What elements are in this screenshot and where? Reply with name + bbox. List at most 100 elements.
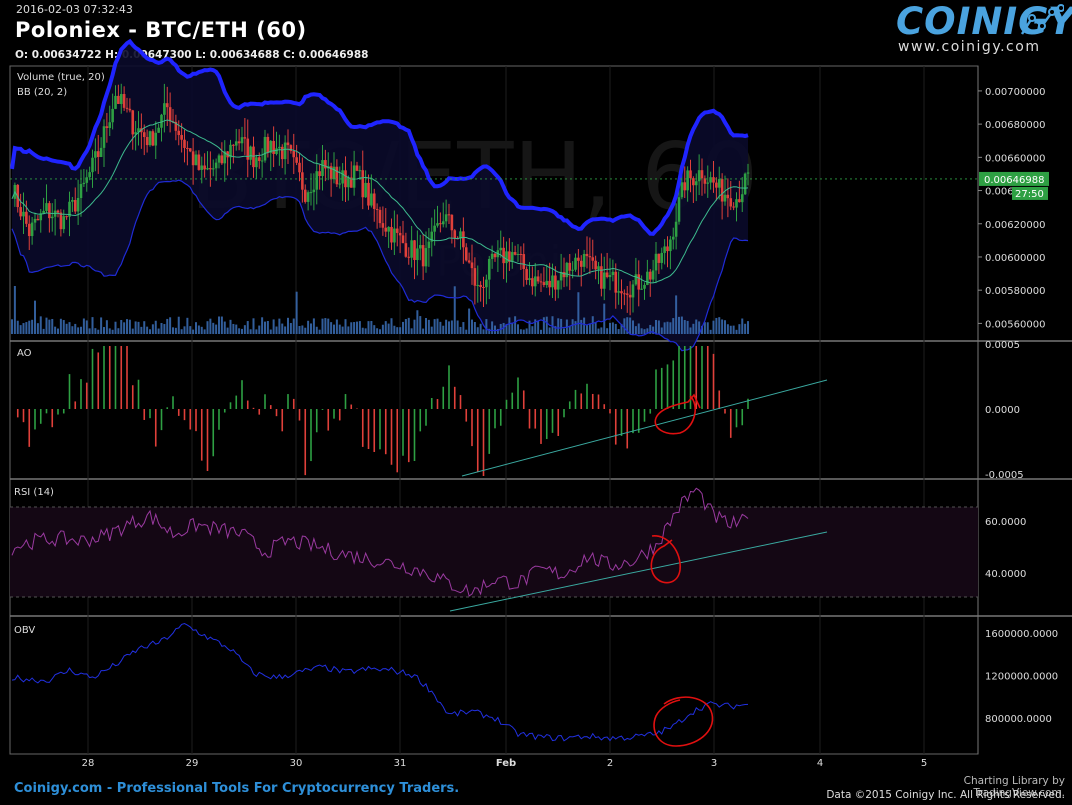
volume-bar	[660, 327, 663, 334]
candle-body	[582, 253, 586, 267]
candle-body	[571, 269, 574, 271]
volume-bar	[422, 328, 425, 334]
volume-bar	[531, 326, 534, 334]
candle-body	[697, 170, 701, 182]
volume-bar	[344, 319, 347, 334]
x-axis-label: 29	[186, 758, 199, 769]
candle-body	[577, 257, 580, 261]
candle-body	[709, 177, 712, 183]
candle-body	[436, 223, 439, 226]
volume-bar	[232, 323, 235, 334]
volume-bar	[609, 322, 611, 334]
volume-bar	[453, 286, 456, 334]
candle-body	[568, 262, 572, 271]
obv-label: OBV	[14, 625, 35, 636]
candle-body	[487, 258, 491, 280]
candle-body	[416, 248, 419, 261]
candle-body	[525, 269, 528, 281]
candle-body	[680, 182, 684, 198]
volume-bar	[402, 321, 404, 334]
candle-body	[462, 231, 465, 248]
candle-body	[390, 226, 393, 243]
candle-body	[554, 275, 557, 290]
volume-bar	[410, 328, 413, 334]
footer-tagline[interactable]: Coinigy.com - Professional Tools For Cry…	[14, 781, 459, 796]
volume-bar	[393, 325, 396, 334]
candle-body	[283, 142, 287, 160]
volume-bar	[419, 316, 422, 334]
volume-bar	[321, 318, 324, 334]
ao-trendline	[461, 379, 828, 477]
candle-body	[591, 257, 595, 261]
volume-bar	[209, 318, 212, 334]
volume-bar	[379, 329, 381, 334]
candle-body	[292, 151, 296, 158]
volume-bar	[545, 316, 548, 334]
volume-bar	[436, 318, 439, 334]
volume-bar	[68, 322, 71, 334]
candle-body	[646, 271, 649, 285]
candle-body	[79, 184, 83, 198]
candle-body	[485, 279, 488, 288]
volume-bar	[680, 316, 683, 334]
volume-bar	[560, 318, 563, 334]
volume-bar	[623, 318, 626, 334]
candle-body	[447, 214, 451, 216]
volume-bar	[376, 328, 379, 334]
volume-bar	[160, 322, 163, 334]
candle-body	[602, 272, 606, 289]
candle-body	[240, 137, 244, 144]
volume-bar	[634, 326, 637, 334]
candle-body	[82, 182, 86, 185]
volume-bar	[220, 316, 223, 334]
candle-body	[151, 131, 155, 146]
candle-body	[735, 199, 738, 208]
candle-body	[689, 170, 692, 179]
volume-bar	[304, 327, 307, 334]
candle-body	[413, 240, 416, 261]
volume-bar	[729, 325, 732, 334]
candle-body	[536, 276, 540, 282]
volume-bar	[146, 326, 149, 334]
candle-body	[301, 172, 304, 190]
volume-bar	[108, 328, 111, 334]
candle-body	[94, 151, 97, 158]
volume-bar	[192, 329, 195, 334]
candle-body	[732, 206, 735, 208]
volume-bar	[34, 300, 36, 334]
candle-body	[470, 262, 474, 269]
candle-body	[499, 247, 503, 251]
candle-body	[513, 252, 517, 255]
rsi-label: RSI (14)	[14, 487, 54, 498]
candle-body	[355, 165, 359, 171]
candle-body	[220, 155, 224, 164]
volume-bar	[65, 323, 68, 334]
candle-body	[312, 189, 316, 193]
candle-body	[263, 136, 267, 161]
candle-body	[556, 280, 560, 290]
candle-body	[209, 168, 212, 170]
candle-body	[73, 200, 77, 212]
volume-bar	[537, 321, 540, 334]
candle-body	[654, 253, 658, 271]
x-axis-label: 3	[711, 758, 717, 769]
candle-body	[519, 253, 523, 255]
candle-body	[117, 95, 120, 104]
trading-chart[interactable]: Volume (true, 20) BB (20, 2) AO RSI (14)…	[0, 0, 1072, 805]
candle-body	[30, 222, 34, 237]
candle-body	[321, 160, 324, 177]
volume-bar	[223, 321, 226, 334]
candle-body	[545, 280, 549, 286]
candle-body	[594, 260, 597, 270]
volume-bar	[71, 326, 74, 334]
candle-body	[579, 260, 583, 267]
volume-bar	[120, 319, 123, 334]
volume-bar	[275, 326, 278, 334]
volume-bar	[39, 316, 42, 334]
candle-body	[424, 248, 428, 267]
candle-body	[694, 181, 698, 186]
candle-body	[542, 282, 546, 286]
candle-body	[206, 168, 209, 170]
volume-bar	[97, 329, 100, 334]
volume-bar	[689, 327, 692, 334]
